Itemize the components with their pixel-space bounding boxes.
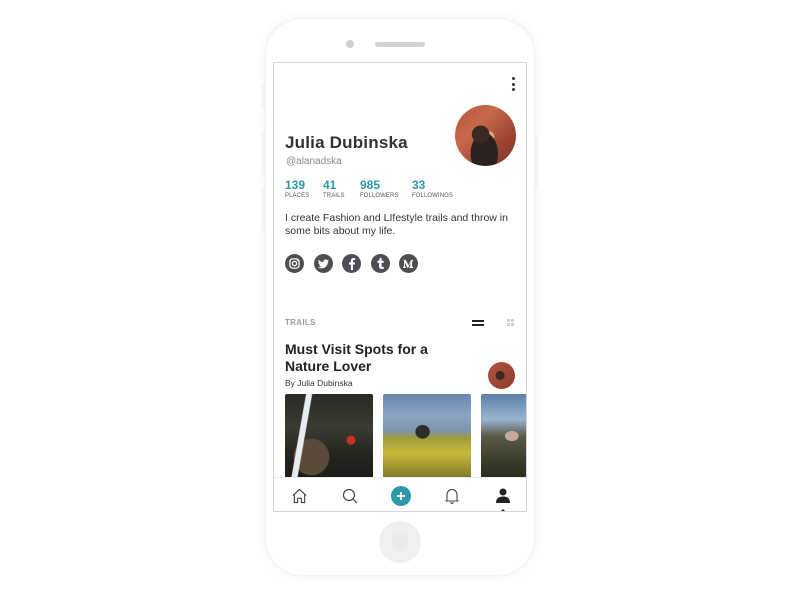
trail-photos bbox=[285, 394, 526, 478]
profile-handle: @alanadska bbox=[286, 156, 342, 167]
trail-title[interactable]: Must Visit Spots for a Nature Lover bbox=[285, 341, 455, 375]
stat-label: FOLLOWERS bbox=[360, 193, 399, 199]
stat-value: 41 bbox=[323, 178, 337, 192]
trail-photo-field-hiker[interactable] bbox=[383, 394, 471, 478]
trail-photo-waterfall[interactable] bbox=[285, 394, 373, 478]
tab-home[interactable] bbox=[274, 478, 325, 511]
mute-switch bbox=[262, 83, 266, 109]
stat-value: 139 bbox=[285, 178, 306, 192]
home-button[interactable] bbox=[379, 521, 421, 563]
stat-value: 985 bbox=[360, 178, 381, 192]
stat-followers[interactable]: 985 FOLLOWERS bbox=[360, 178, 412, 199]
stat-trails[interactable]: 41 TRAILS bbox=[323, 178, 360, 199]
search-icon bbox=[342, 488, 358, 504]
tumblr-icon[interactable] bbox=[370, 254, 390, 273]
medium-icon[interactable] bbox=[399, 254, 418, 273]
tab-notifications[interactable] bbox=[426, 478, 477, 511]
power-button bbox=[534, 135, 538, 187]
trail-photo-cliff-person[interactable] bbox=[481, 394, 526, 478]
social-links bbox=[285, 254, 428, 273]
home-icon bbox=[291, 488, 308, 504]
volume-down-button bbox=[262, 187, 266, 231]
profile-screen: Julia Dubinska @alanadska 139 PLACES 41 … bbox=[273, 62, 527, 512]
profile-name: Julia Dubinska bbox=[285, 133, 408, 152]
trail-author-avatar[interactable] bbox=[488, 362, 515, 389]
trails-section-label: TRAILS bbox=[285, 318, 316, 327]
bottom-tab-bar bbox=[274, 477, 526, 511]
tab-add[interactable] bbox=[376, 478, 427, 511]
tab-profile[interactable] bbox=[477, 478, 526, 511]
bell-icon bbox=[445, 487, 459, 504]
user-icon bbox=[495, 488, 510, 503]
profile-stats: 139 PLACES 41 TRAILS 985 FOLLOWERS 33 FO… bbox=[285, 178, 472, 199]
grid-view-icon[interactable] bbox=[507, 319, 514, 326]
twitter-icon[interactable] bbox=[313, 254, 333, 273]
active-tab-indicator bbox=[498, 509, 507, 511]
volume-up-button bbox=[262, 131, 266, 175]
more-options-icon[interactable] bbox=[510, 77, 516, 93]
trail-author: By Julia Dubinska bbox=[285, 378, 353, 388]
profile-avatar[interactable] bbox=[455, 105, 516, 166]
stat-value: 33 bbox=[412, 178, 426, 192]
add-icon bbox=[390, 485, 411, 506]
front-camera bbox=[346, 40, 354, 48]
earpiece-speaker bbox=[375, 42, 425, 47]
stat-label: FOLLOWINGS bbox=[412, 193, 454, 199]
stat-followings[interactable]: 33 FOLLOWINGS bbox=[412, 178, 472, 199]
tab-search[interactable] bbox=[325, 478, 376, 511]
list-view-icon[interactable] bbox=[472, 320, 484, 326]
stat-places[interactable]: 139 PLACES bbox=[285, 178, 323, 199]
stat-label: TRAILS bbox=[323, 193, 345, 199]
stat-label: PLACES bbox=[285, 193, 310, 199]
profile-bio: I create Fashion and LIfestyle trails an… bbox=[285, 212, 508, 237]
facebook-icon[interactable] bbox=[342, 254, 361, 273]
instagram-icon[interactable] bbox=[285, 254, 304, 273]
